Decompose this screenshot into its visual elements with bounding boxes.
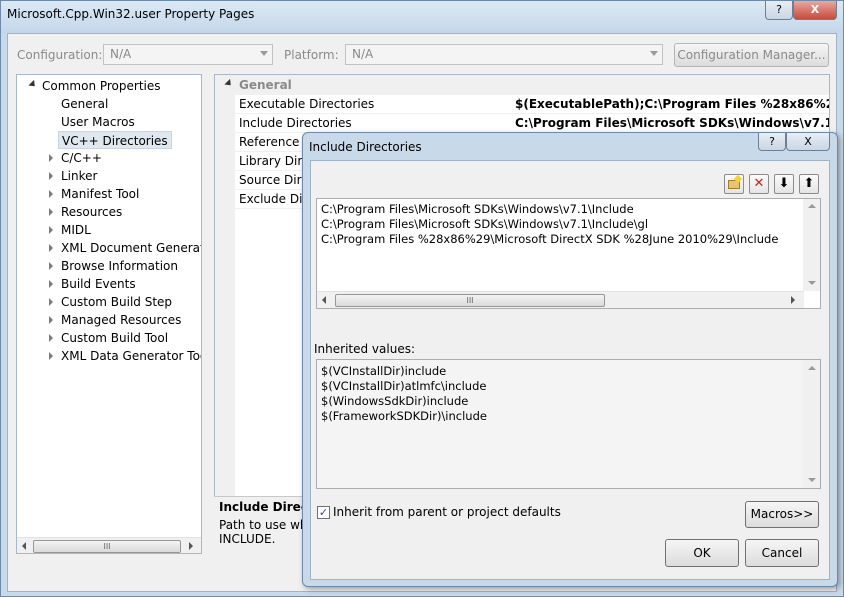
inherited-entry: $(WindowsSdkDir)include — [321, 394, 469, 408]
tree-item[interactable]: Resources — [61, 203, 122, 221]
new-line-button[interactable] — [724, 174, 744, 194]
configuration-label: Configuration: — [17, 48, 103, 62]
macros-button[interactable]: Macros>> — [745, 501, 819, 528]
grid-category-label: General — [239, 78, 292, 92]
platform-value: N/A — [352, 47, 374, 61]
grid-row-value: $(ExecutablePath);C:\Program Files %28x8… — [515, 97, 830, 111]
close-button[interactable]: X — [793, 1, 837, 20]
expand-icon[interactable] — [49, 244, 53, 252]
inherited-entry: $(VCInstallDir)atlmfc\include — [321, 379, 487, 393]
list-horizontal-scrollbar[interactable]: III — [317, 291, 804, 308]
inherit-checkbox[interactable]: ✓ — [317, 506, 330, 519]
grid-row[interactable]: Include Directories C:\Program Files\Micr… — [215, 114, 829, 133]
tree-horizontal-scrollbar[interactable]: III — [17, 537, 201, 553]
dialog-help-button[interactable]: ? — [758, 133, 786, 151]
expand-icon[interactable] — [49, 172, 53, 180]
tree-item[interactable]: MIDL — [61, 221, 91, 239]
inherited-entry: $(VCInstallDir)include — [321, 364, 447, 378]
move-up-button[interactable]: ⬆ — [799, 174, 819, 194]
inherited-entry: $(FrameworkSDKDir)\include — [321, 409, 487, 423]
collapse-icon[interactable] — [224, 78, 234, 89]
expand-icon[interactable] — [49, 154, 53, 162]
include-directories-dialog: Include Directories ? X ✕ ⬇ ⬆ C:\Program… — [302, 132, 838, 587]
expand-icon[interactable] — [49, 298, 53, 306]
expand-icon[interactable] — [49, 352, 53, 360]
property-tree[interactable]: Common Properties General User Macros VC++… — [16, 74, 202, 554]
platform-label: Platform: — [284, 48, 339, 62]
configuration-select[interactable]: N/A — [103, 44, 273, 65]
tree-item[interactable]: General — [61, 95, 108, 113]
scroll-left-icon[interactable] — [322, 296, 326, 304]
scroll-thumb[interactable]: III — [33, 540, 181, 553]
title-bar: Microsoft.Cpp.Win32.user Property Pages … — [1, 1, 843, 33]
tree-item[interactable]: Custom Build Tool — [61, 329, 168, 347]
configuration-manager-button[interactable]: Configuration Manager... — [674, 43, 829, 67]
grid-category-general[interactable]: General — [215, 75, 829, 95]
dialog-title: Include Directories — [309, 140, 422, 154]
scroll-left-icon[interactable] — [22, 542, 26, 550]
expand-icon[interactable] — [49, 208, 53, 216]
up-arrow-icon: ⬆ — [803, 176, 815, 191]
dialog-close-button[interactable]: X — [786, 133, 830, 151]
grid-row-name: Executable Directories — [239, 97, 375, 111]
ok-button[interactable]: OK — [665, 539, 739, 567]
scroll-thumb[interactable]: III — [335, 294, 605, 307]
directory-entry[interactable]: C:\Program Files\Microsoft SDKs\Windows\… — [321, 202, 634, 216]
scroll-right-icon[interactable] — [189, 542, 193, 550]
cancel-button[interactable]: Cancel — [745, 539, 819, 567]
inherited-vertical-scrollbar[interactable] — [803, 360, 820, 488]
grid-row-value: C:\Program Files\Microsoft SDKs\Windows\… — [515, 116, 829, 130]
tree-item[interactable]: Managed Resources — [61, 311, 181, 329]
tree-item[interactable]: User Macros — [61, 113, 135, 131]
help-button[interactable]: ? — [765, 1, 793, 20]
window-title: Microsoft.Cpp.Win32.user Property Pages — [7, 7, 255, 21]
expand-icon[interactable] — [49, 226, 53, 234]
delete-icon: ✕ — [753, 176, 765, 191]
property-pages-window: Microsoft.Cpp.Win32.user Property Pages … — [0, 0, 844, 597]
tree-item[interactable]: Build Events — [61, 275, 136, 293]
tree-item[interactable]: XML Data Generator Tool — [61, 347, 201, 365]
directory-entry[interactable]: C:\Program Files %28x86%29\Microsoft Dir… — [321, 232, 778, 246]
tree-item[interactable]: Browse Information — [61, 257, 178, 275]
inherit-checkbox-label[interactable]: Inherit from parent or project defaults — [333, 505, 561, 519]
expand-icon[interactable] — [49, 190, 53, 198]
tree-item[interactable]: Manifest Tool — [61, 185, 139, 203]
move-down-button[interactable]: ⬇ — [774, 174, 794, 194]
grid-row[interactable]: Executable Directories $(ExecutablePath);… — [215, 95, 830, 114]
list-vertical-scrollbar[interactable] — [803, 199, 820, 291]
dialog-client: ✕ ⬇ ⬆ C:\Program Files\Microsoft SDKs\Wi… — [310, 160, 830, 580]
tree-item[interactable]: XML Document Generator — [61, 239, 201, 257]
expand-icon[interactable] — [49, 316, 53, 324]
expand-icon[interactable] — [49, 334, 53, 342]
directory-list[interactable]: C:\Program Files\Microsoft SDKs\Windows\… — [316, 198, 821, 309]
configuration-value: N/A — [110, 47, 132, 61]
chevron-down-icon — [260, 51, 268, 56]
inherited-values-list: $(VCInstallDir)include $(VCInstallDir)atl… — [316, 359, 821, 489]
down-arrow-icon: ⬇ — [778, 176, 790, 191]
inherited-values-label: Inherited values: — [314, 342, 415, 356]
chevron-down-icon — [650, 51, 658, 56]
tree-item[interactable]: C/C++ — [61, 149, 102, 167]
delete-button[interactable]: ✕ — [749, 174, 769, 194]
collapse-icon[interactable] — [28, 79, 38, 90]
scroll-down-icon[interactable] — [808, 478, 816, 482]
scroll-down-icon[interactable] — [808, 281, 816, 285]
scroll-up-icon[interactable] — [808, 366, 816, 370]
tree-item[interactable]: Linker — [61, 167, 97, 185]
scroll-right-icon[interactable] — [791, 296, 795, 304]
expand-icon[interactable] — [49, 262, 53, 270]
grid-row-name: Include Directories — [239, 116, 352, 130]
expand-icon[interactable] — [49, 280, 53, 288]
directory-entry[interactable]: C:\Program Files\Microsoft SDKs\Windows\… — [321, 217, 648, 231]
tree-item[interactable]: Custom Build Step — [61, 293, 172, 311]
tree-root-common-properties[interactable]: Common Properties — [42, 77, 161, 95]
platform-select[interactable]: N/A — [345, 44, 663, 65]
scroll-up-icon[interactable] — [808, 204, 816, 208]
tree-item[interactable]: VC++ Directories — [58, 131, 172, 149]
